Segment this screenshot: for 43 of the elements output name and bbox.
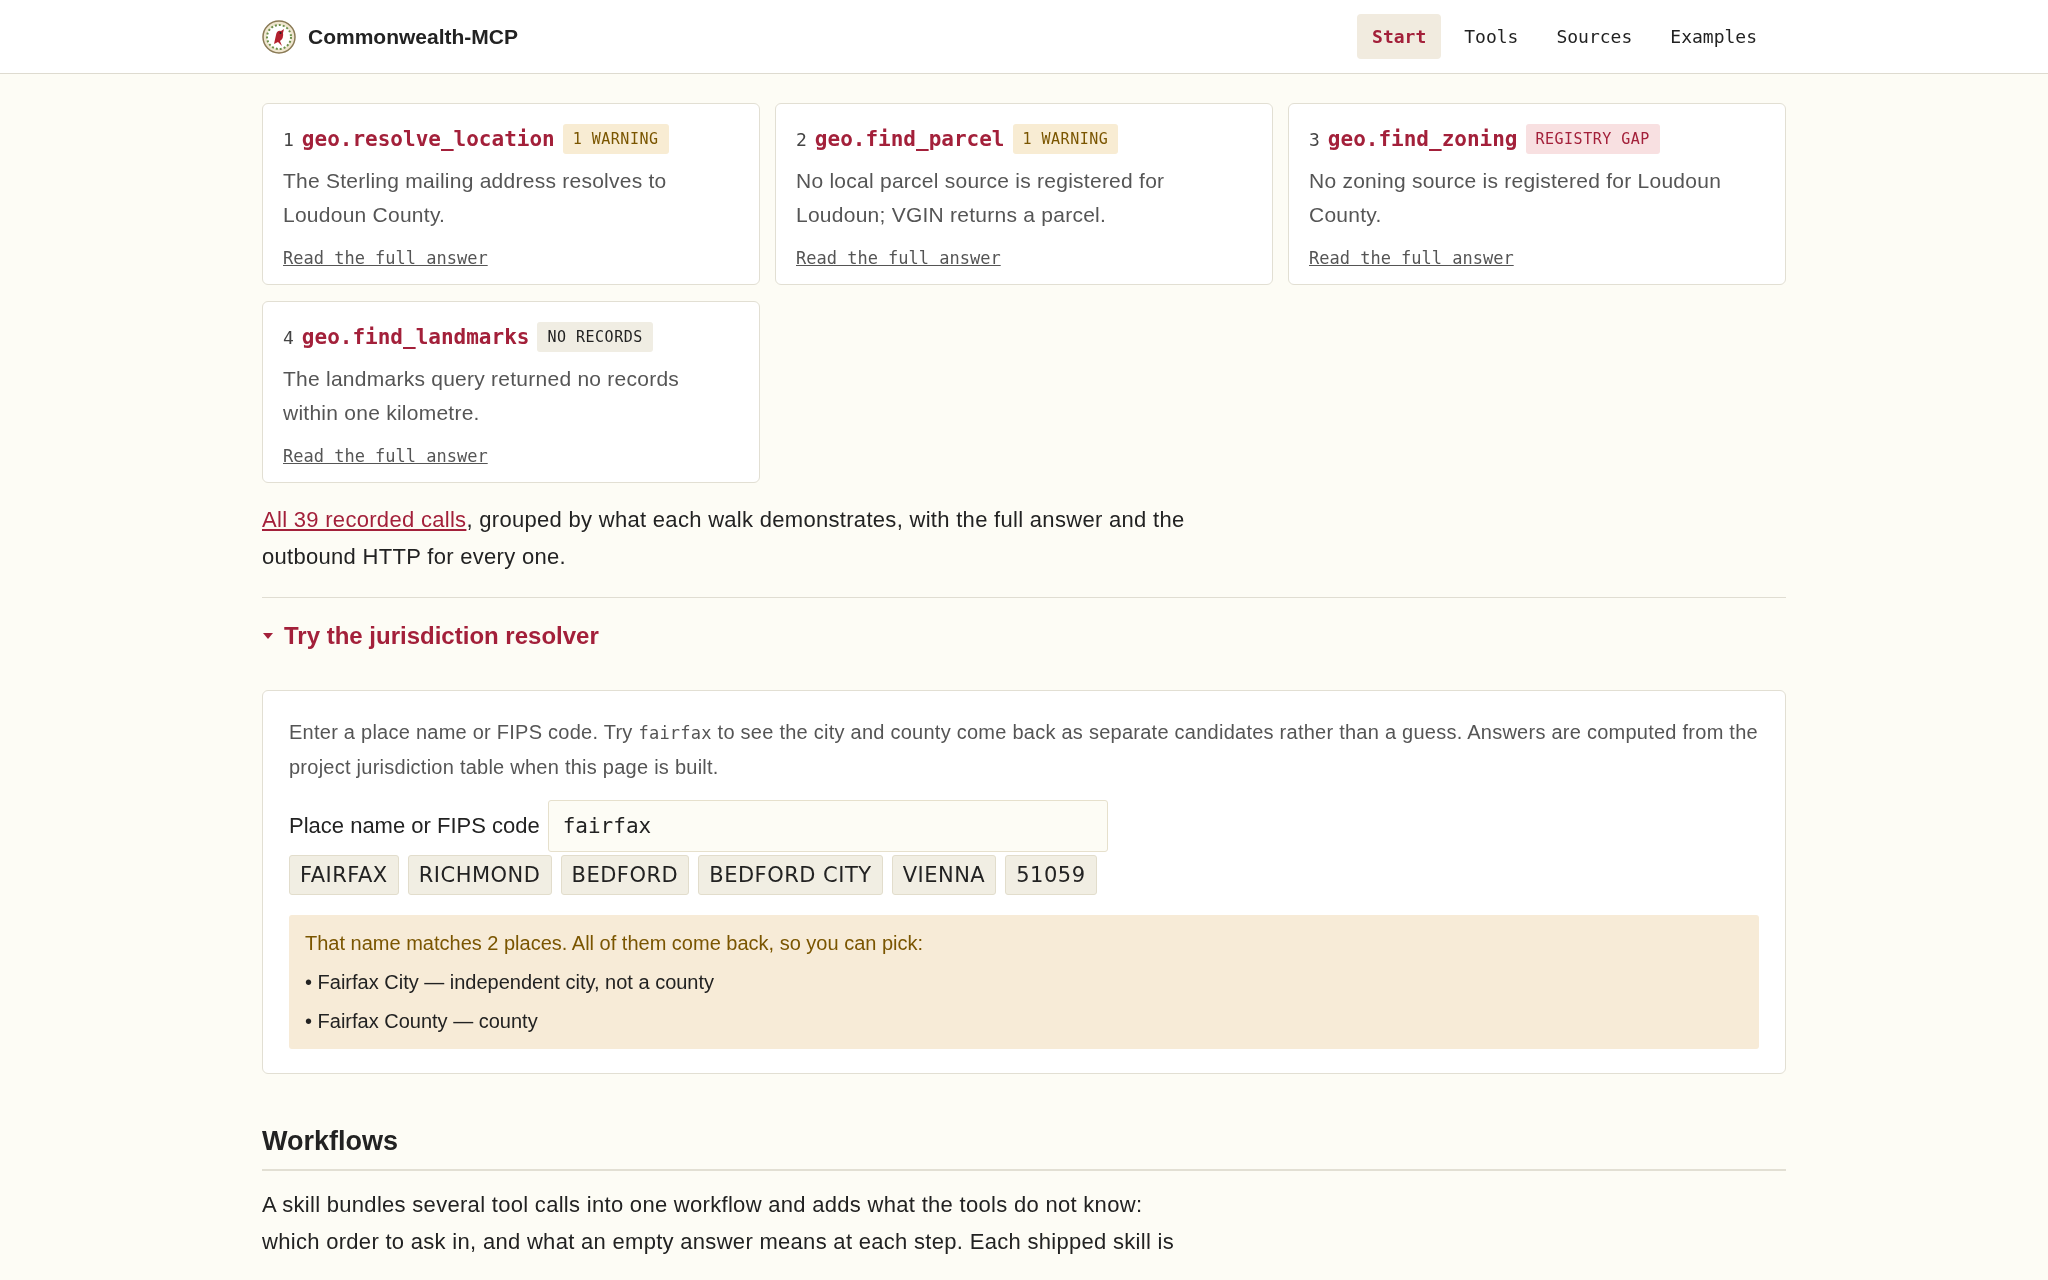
nav-link[interactable]: Start	[1357, 14, 1442, 59]
status-badge: 1 WARNING	[1012, 124, 1119, 154]
workflows-paragraph: A skill bundles several tool calls into one workflow and adds what the tools do not know: which order to ask in, and what an empty answer means at each step. Each shipped skill is	[262, 1191, 1176, 1256]
example-button[interactable]: 51059	[1005, 855, 1097, 895]
step-number: 1	[283, 128, 294, 150]
example-button[interactable]: BEDFORD CITY	[698, 855, 883, 895]
example-button[interactable]: BEDFORD	[560, 855, 690, 895]
call-summary: The landmarks query returned no records within one kilometre.	[283, 366, 681, 426]
step-number: 2	[796, 128, 807, 150]
status-badge: REGISTRY GAP	[1525, 124, 1660, 154]
resolver-toggle[interactable]: Try the jurisdiction resolver	[262, 622, 599, 650]
status-badge: 1 WARNING	[562, 124, 669, 154]
nav-link[interactable]: Examples	[1655, 14, 1772, 59]
step-number: 4	[283, 326, 294, 348]
example-button[interactable]: RICHMOND	[407, 855, 552, 895]
nav-link[interactable]: Tools	[1449, 14, 1534, 59]
resolver-description: Enter a place name or FIPS code. Try fairfax to see the city and county come back as separate candidates rather than a guess. Answers are computed from the project jurisdiction table when this page is built.	[289, 720, 1759, 780]
intro-paragraph: All 39 recorded calls, grouped by what each walk demonstrates, with the full answer and the outbound HTTP for every one.	[262, 506, 1186, 571]
seal-logo-icon	[262, 19, 296, 54]
tool-name: geo.find_landmarks	[301, 325, 530, 349]
example-button[interactable]: FAIRFAX	[289, 855, 399, 895]
call-summary: The Sterling mailing address resolves to Loudoun County.	[283, 168, 668, 228]
result-item: • Fairfax City — independent city, not a county	[305, 970, 716, 995]
section-heading: Workflows	[262, 1126, 1786, 1171]
place-input-field[interactable]: fairfax	[547, 800, 1108, 852]
full-answer-link[interactable]: Read the full answer	[1309, 248, 1514, 268]
nav-link[interactable]: Sources	[1541, 14, 1648, 59]
call-summary: No zoning source is registered for Loudoun County.	[1309, 168, 1723, 228]
full-answer-link[interactable]: Read the full answer	[283, 446, 488, 466]
tool-name: geo.resolve_location	[301, 127, 555, 151]
result-heading: That name matches 2 places. All of them come back, so you can pick:	[305, 931, 925, 956]
example-button[interactable]: VIENNA	[891, 855, 997, 895]
call-summary: No local parcel source is registered for Loudoun; VGIN returns a parcel.	[796, 168, 1166, 228]
site-title: Commonwealth-MCP	[308, 24, 518, 49]
field-label: Place name or FIPS code	[289, 813, 540, 839]
recorded-calls-link[interactable]: All 39 recorded calls	[262, 507, 467, 532]
result-item: • Fairfax County — county	[305, 1009, 539, 1034]
step-number: 3	[1309, 128, 1320, 150]
full-answer-link[interactable]: Read the full answer	[283, 248, 488, 268]
tool-name: geo.find_zoning	[1327, 127, 1518, 151]
status-badge: NO RECORDS	[537, 322, 653, 352]
full-answer-link[interactable]: Read the full answer	[796, 248, 1001, 268]
tool-name: geo.find_parcel	[814, 127, 1005, 151]
